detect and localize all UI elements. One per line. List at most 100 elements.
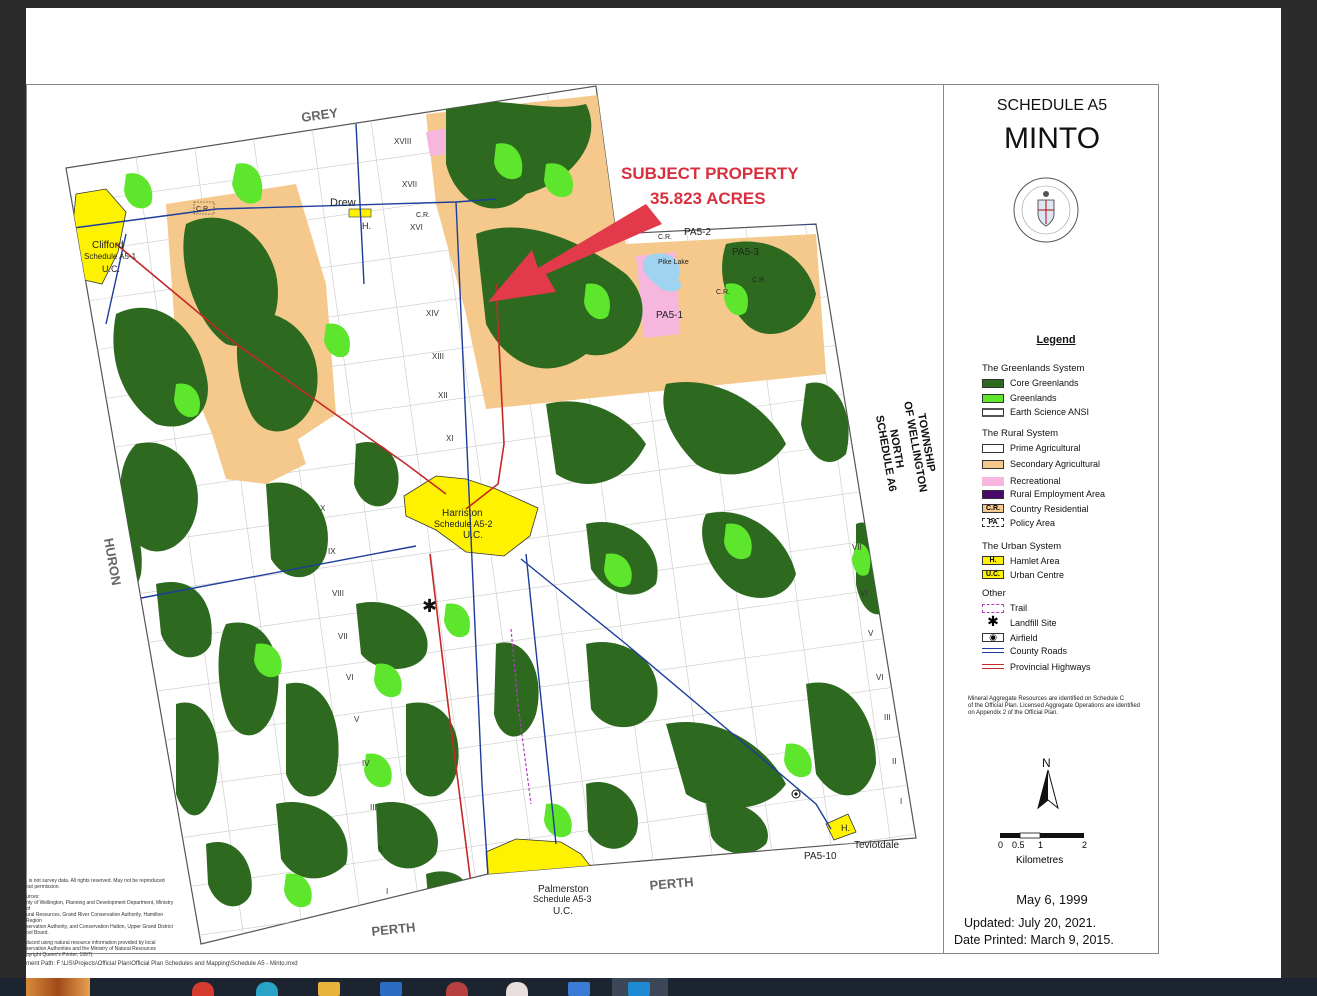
- document-path: ment Path: F:\LIS\Projects\Official Plan…: [26, 961, 298, 967]
- legend-rural-employment: Rural Employment Area: [1010, 489, 1106, 499]
- north-label: N: [1042, 756, 1051, 770]
- svg-text:VIII: VIII: [332, 589, 344, 598]
- svg-text:X: X: [320, 504, 326, 513]
- legend-panel: SCHEDULE A5 MINTO Legend The Greenlands …: [943, 84, 1159, 954]
- label-pa5-10: PA5-10: [804, 851, 837, 862]
- svg-text:VI: VI: [860, 589, 868, 598]
- label-cr: C.R.: [196, 206, 210, 213]
- legend-urban-centre: Urban Centre: [1010, 570, 1065, 580]
- swatch-trail: [982, 604, 1004, 613]
- svg-text:VI: VI: [346, 673, 354, 682]
- legend-country-res: Country Residential: [1010, 504, 1089, 514]
- swatch-provincial-hwy: [982, 664, 1004, 669]
- aggregate-note: Mineral Aggregate Resources are identifi…: [968, 696, 1140, 716]
- svg-text:V: V: [354, 715, 360, 724]
- swatch-core-greenlands: [982, 379, 1004, 388]
- label-cr-4: C.R.: [716, 289, 730, 296]
- north-arrow-icon: [1037, 770, 1059, 810]
- schedule-title: SCHEDULE A5: [996, 97, 1108, 114]
- label-palmerston-schedule: Schedule A5-3: [533, 894, 592, 904]
- svg-text:I: I: [386, 887, 388, 896]
- label-teviotdale: Teviotdale: [854, 840, 899, 851]
- svg-text:XIV: XIV: [426, 309, 440, 318]
- scale-tick-2: 2: [1082, 840, 1088, 850]
- swatch-rural-employment: [982, 490, 1004, 499]
- township-north-label: TOWNSHIP OF WELLINGTON NORTH SCHEDULE A6: [873, 400, 937, 493]
- label-pa5-3: PA5-3: [732, 247, 759, 258]
- taskbar-app-6-icon[interactable]: [568, 982, 590, 996]
- county-seal-icon: [1013, 177, 1079, 243]
- taskbar-app-5-icon[interactable]: [506, 982, 528, 996]
- label-clifford: Clifford: [92, 240, 124, 251]
- landfill-icon: ✱: [422, 596, 437, 617]
- subject-property-acres: 35.823 ACRES: [650, 189, 766, 208]
- landfill-legend-icon: ✱: [987, 614, 999, 630]
- label-harriston-schedule: Schedule A5-2: [434, 519, 493, 529]
- scale-tick-05: 0.5: [1012, 840, 1025, 850]
- legend-landfill: Landfill Site: [1010, 618, 1057, 628]
- subject-property-title: SUBJECT PROPERTY: [621, 164, 799, 183]
- svg-text:XVIII: XVIII: [394, 137, 411, 146]
- svg-text:V: V: [868, 629, 874, 638]
- updated-date: Updated: July 20, 2021.: [964, 916, 1097, 930]
- taskbar-app-3-icon[interactable]: [380, 982, 402, 996]
- background-right: [1281, 0, 1317, 978]
- svg-text:VII: VII: [338, 632, 348, 641]
- group-rural: The Rural System: [982, 428, 1059, 439]
- swatch-prime-ag: [982, 444, 1004, 453]
- taskbar-app-7-icon[interactable]: [628, 982, 650, 996]
- legend-title: Legend: [1036, 334, 1076, 346]
- label-huron: HURON: [101, 537, 124, 587]
- legend-recreational: Recreational: [1010, 476, 1061, 486]
- taskbar-folder-icon[interactable]: [318, 982, 340, 996]
- legend-trail: Trail: [1010, 603, 1028, 613]
- taskbar-app-4-icon[interactable]: [446, 982, 468, 996]
- label-cr-3: C.R.: [658, 234, 672, 241]
- swatch-recreational: [982, 477, 1004, 486]
- scale-tick-0: 0: [998, 840, 1004, 850]
- township-map: ✱ GREY HURON PERTH PERTH Clifford Schedu…: [65, 85, 937, 945]
- svg-text:IX: IX: [328, 547, 336, 556]
- svg-text:XVI: XVI: [410, 223, 423, 232]
- svg-text:VII: VII: [852, 543, 862, 552]
- swatch-hamlet: H.: [982, 556, 1004, 565]
- label-pa5-2: PA5-2: [684, 227, 711, 238]
- label-harriston: Harriston: [442, 508, 483, 519]
- legend-airfield: Airfield: [1010, 633, 1038, 643]
- label-cr-2: C.R.: [416, 212, 430, 219]
- scale-tick-1: 1: [1038, 840, 1044, 850]
- label-teviotdale-hamlet: H.: [841, 823, 850, 833]
- swatch-greenlands: [982, 394, 1004, 403]
- source-notes: . is not survey data. All rights reserve…: [26, 878, 174, 958]
- taskbar-app-1-icon[interactable]: [192, 982, 214, 996]
- svg-text:II: II: [892, 757, 896, 766]
- label-harriston-uc: U.C.: [463, 530, 483, 541]
- legend-prime-ag: Prime Agricultural: [1010, 443, 1081, 453]
- legend-hamlet: Hamlet Area: [1010, 556, 1060, 566]
- svg-text:VI: VI: [876, 673, 884, 682]
- taskbar-thumbnail[interactable]: [26, 978, 90, 996]
- swatch-urban-centre: U.C.: [982, 570, 1004, 579]
- legend-policy-area: Policy Area: [1010, 518, 1056, 528]
- airfield-legend-icon: ◉: [982, 633, 1004, 642]
- municipality-name: MINTO: [1003, 122, 1101, 155]
- legend-secondary-ag: Secondary Agricultural: [1010, 459, 1101, 469]
- svg-text:XI: XI: [446, 434, 454, 443]
- taskbar-app-2-icon[interactable]: [256, 982, 278, 996]
- group-urban: The Urban System: [982, 541, 1062, 552]
- label-cr-5: C.R.: [752, 277, 766, 284]
- label-perth-left: PERTH: [371, 919, 416, 939]
- svg-text:XVII: XVII: [402, 180, 417, 189]
- legend-core-greenlands: Core Greenlands: [1010, 378, 1079, 388]
- svg-text:II: II: [378, 845, 382, 854]
- scale-bar: [1000, 832, 1084, 839]
- swatch-policy-area: PA: [982, 518, 1004, 527]
- scale-unit: Kilometres: [1016, 855, 1064, 866]
- svg-text:III: III: [370, 803, 377, 812]
- label-grey: GREY: [300, 105, 339, 125]
- label-perth-right: PERTH: [649, 874, 694, 893]
- label-drew-hamlet: H.: [362, 221, 371, 231]
- label-clifford-uc: U.C.: [102, 264, 120, 274]
- label-pike-lake: Pike Lake: [658, 259, 689, 266]
- group-other: Other: [982, 588, 1006, 599]
